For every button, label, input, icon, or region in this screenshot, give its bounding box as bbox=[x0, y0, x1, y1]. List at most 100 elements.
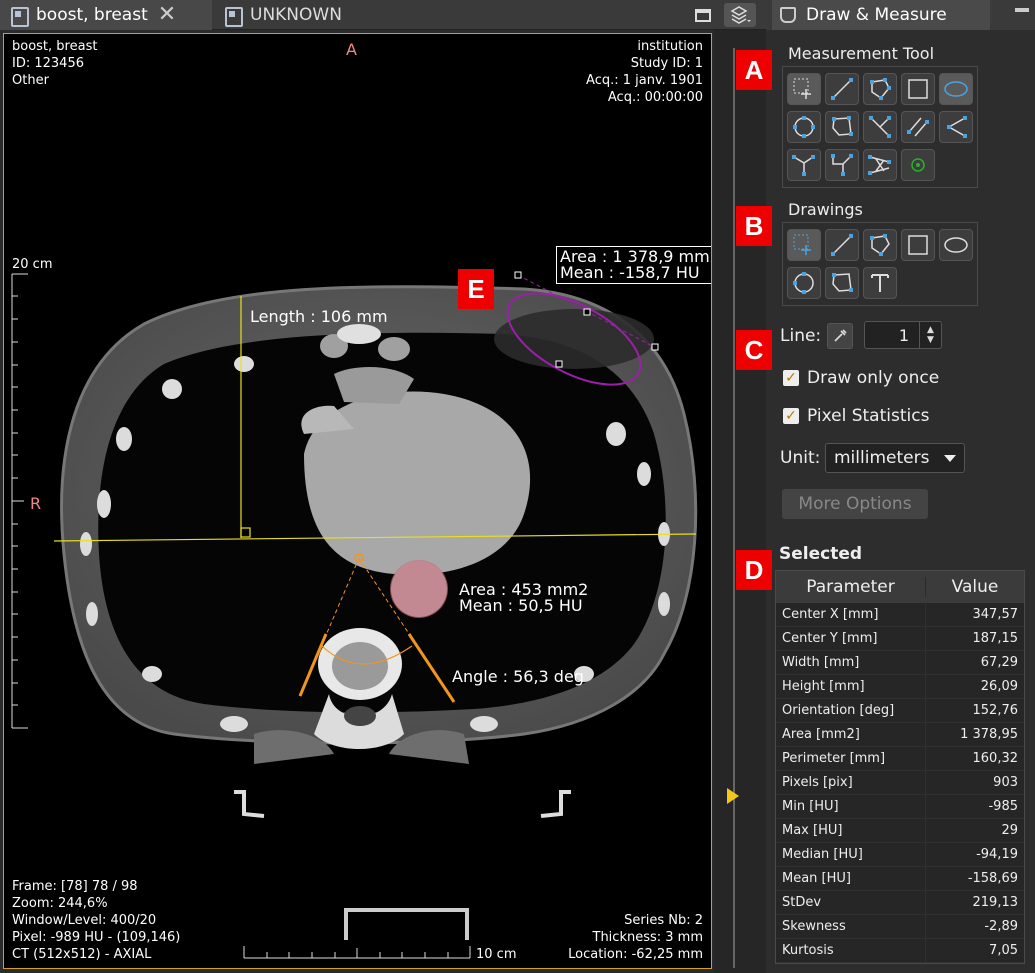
ct-axial-image bbox=[11, 271, 698, 959]
callout-badge-a: A bbox=[736, 50, 772, 90]
circle-roi bbox=[390, 560, 448, 618]
parameter-cell: Area [mm2] bbox=[776, 723, 926, 746]
stepper-down-icon[interactable]: ▼ bbox=[927, 335, 934, 345]
patient-id: ID: 123456 bbox=[12, 56, 84, 71]
draw-rectangle-tool[interactable] bbox=[901, 229, 935, 261]
length-label[interactable]: Length : 106 mm bbox=[250, 309, 388, 325]
orientation-top: A bbox=[346, 40, 357, 59]
polygon-measure-tool[interactable] bbox=[825, 111, 859, 143]
slice-location: Location: -62,25 mm bbox=[568, 947, 703, 962]
table-row[interactable]: Orientation [deg] 152,76 bbox=[776, 699, 1024, 723]
measure-icon bbox=[780, 7, 796, 23]
draw-text-tool[interactable] bbox=[863, 267, 897, 299]
ellipse-measure-tool[interactable] bbox=[939, 73, 973, 105]
value-cell: 160,32 bbox=[972, 751, 1019, 766]
parameter-cell: Max [HU] bbox=[776, 819, 926, 842]
table-row[interactable]: Perimeter [mm] 160,32 bbox=[776, 747, 1024, 771]
draw-select-tool[interactable] bbox=[787, 229, 821, 261]
table-row[interactable]: Pixels [pix] 903 bbox=[776, 771, 1024, 795]
pixel-info-tool[interactable] bbox=[901, 149, 935, 181]
horizontal-scale-label: 10 cm bbox=[476, 947, 517, 962]
chevron-down-icon bbox=[944, 455, 956, 462]
more-options-button[interactable]: More Options bbox=[782, 489, 928, 519]
rectangle-measure-tool[interactable] bbox=[901, 73, 935, 105]
value-cell: -158,69 bbox=[967, 871, 1018, 886]
panel-menu-icon[interactable] bbox=[1015, 8, 1029, 12]
tab-boost-breast[interactable]: boost, breast ✕ bbox=[0, 0, 212, 30]
table-row[interactable]: Skewness -2,89 bbox=[776, 915, 1024, 939]
polyline-measure-tool[interactable] bbox=[863, 73, 897, 105]
splitter-line bbox=[733, 48, 735, 968]
table-row[interactable]: Kurtosis 7,05 bbox=[776, 939, 1024, 963]
value-cell: 347,57 bbox=[972, 607, 1019, 622]
draw-polyline-tool[interactable] bbox=[863, 229, 897, 261]
measurement-tool-group bbox=[782, 66, 978, 188]
unit-label: Unit: bbox=[780, 448, 821, 468]
select-move-tool[interactable] bbox=[787, 73, 821, 105]
stepper-up-icon[interactable]: ▲ bbox=[927, 325, 934, 335]
value-cell: -94,19 bbox=[976, 847, 1018, 862]
institution: institution bbox=[637, 39, 703, 54]
draw-line-tool[interactable] bbox=[825, 229, 859, 261]
draw-ellipse-tool[interactable] bbox=[939, 229, 973, 261]
parameter-cell: Height [mm] bbox=[776, 675, 926, 698]
table-row[interactable]: Area [mm2] 1 378,95 bbox=[776, 723, 1024, 747]
line-width-stepper[interactable]: 1 ▲ ▼ bbox=[864, 321, 942, 349]
parameter-cell: Kurtosis bbox=[776, 939, 926, 962]
circle-measure-tool[interactable] bbox=[787, 111, 821, 143]
column-header-parameter[interactable]: Parameter bbox=[776, 577, 926, 597]
draw-once-label: Draw only once bbox=[807, 368, 940, 388]
draw-once-checkbox[interactable]: ✓ Draw only once bbox=[783, 368, 939, 388]
column-header-value[interactable]: Value bbox=[926, 577, 1024, 597]
four-point-angle-tool[interactable] bbox=[825, 149, 859, 181]
image-viewer[interactable]: boost, breast ID: 123456 Other instituti… bbox=[3, 33, 712, 969]
table-row[interactable]: Width [mm] 67,29 bbox=[776, 651, 1024, 675]
parameter-cell: Width [mm] bbox=[776, 651, 926, 674]
layers-dropdown-icon[interactable] bbox=[724, 3, 756, 27]
window-level-info: Window/Level: 400/20 bbox=[12, 913, 157, 928]
table-row[interactable]: StDev 219,13 bbox=[776, 891, 1024, 915]
image-info: Frame: [78] 78 / 98 Zoom: 244,6% Window/… bbox=[12, 878, 180, 963]
perpendicular-tool[interactable] bbox=[863, 111, 897, 143]
parameter-cell: Skewness bbox=[776, 915, 926, 938]
line-label: Line: bbox=[780, 326, 822, 346]
angle-label[interactable]: Angle : 56,3 deg bbox=[452, 669, 584, 685]
color-picker-icon[interactable] bbox=[827, 323, 853, 349]
unit-select[interactable]: millimeters bbox=[825, 443, 965, 473]
table-row[interactable]: Center Y [mm] 187,15 bbox=[776, 627, 1024, 651]
line-measure-tool[interactable] bbox=[825, 73, 859, 105]
pixel-statistics-checkbox[interactable]: ✓ Pixel Statistics bbox=[783, 406, 929, 426]
table-row[interactable]: Center X [mm] 347,57 bbox=[776, 603, 1024, 627]
table-row[interactable]: Height [mm] 26,09 bbox=[776, 675, 1024, 699]
draw-circle-tool[interactable] bbox=[787, 267, 821, 299]
pixel-info: Pixel: -989 HU - (109,146) bbox=[12, 930, 181, 945]
callout-badge-e: E bbox=[458, 269, 494, 309]
draw-measure-tab[interactable]: Draw & Measure bbox=[772, 0, 990, 30]
study-info: institution Study ID: 1 Acq.: 1 janv. 19… bbox=[586, 38, 703, 106]
patient-info: boost, breast ID: 123456 Other bbox=[12, 38, 97, 89]
table-row[interactable]: Max [HU] 29 bbox=[776, 819, 1024, 843]
circle-stats-label[interactable]: Area : 453 mm2 Mean : 50,5 HU bbox=[459, 582, 588, 614]
splitter-marker-icon[interactable] bbox=[727, 788, 739, 804]
panel-splitter[interactable] bbox=[714, 30, 766, 973]
parallel-tool[interactable] bbox=[901, 111, 935, 143]
checkbox-checked-icon: ✓ bbox=[783, 370, 799, 386]
series-number: Series Nb: 2 bbox=[624, 913, 703, 928]
table-row[interactable]: Median [HU] -94,19 bbox=[776, 843, 1024, 867]
drawings-title: Drawings bbox=[788, 200, 863, 219]
value-cell: 219,13 bbox=[972, 895, 1019, 910]
open-angle-tool[interactable] bbox=[787, 149, 821, 181]
study-id: Study ID: 1 bbox=[630, 56, 703, 71]
draw-polygon-tool[interactable] bbox=[825, 267, 859, 299]
measurement-tool-title: Measurement Tool bbox=[788, 44, 935, 63]
cobb-angle-tool[interactable] bbox=[863, 149, 897, 181]
ellipse-stats-label[interactable]: Area : 1 378,9 mm2 Mean : -158,7 HU bbox=[556, 246, 711, 284]
layout-icon[interactable] bbox=[690, 3, 716, 27]
close-icon[interactable]: ✕ bbox=[158, 4, 176, 26]
table-row[interactable]: Mean [HU] -158,69 bbox=[776, 867, 1024, 891]
angle-tool[interactable] bbox=[939, 111, 973, 143]
patient-series-icon bbox=[8, 5, 29, 27]
value-cell: 26,09 bbox=[980, 679, 1018, 694]
table-row[interactable]: Min [HU] -985 bbox=[776, 795, 1024, 819]
tab-unknown[interactable]: UNKNOWN bbox=[214, 0, 364, 30]
